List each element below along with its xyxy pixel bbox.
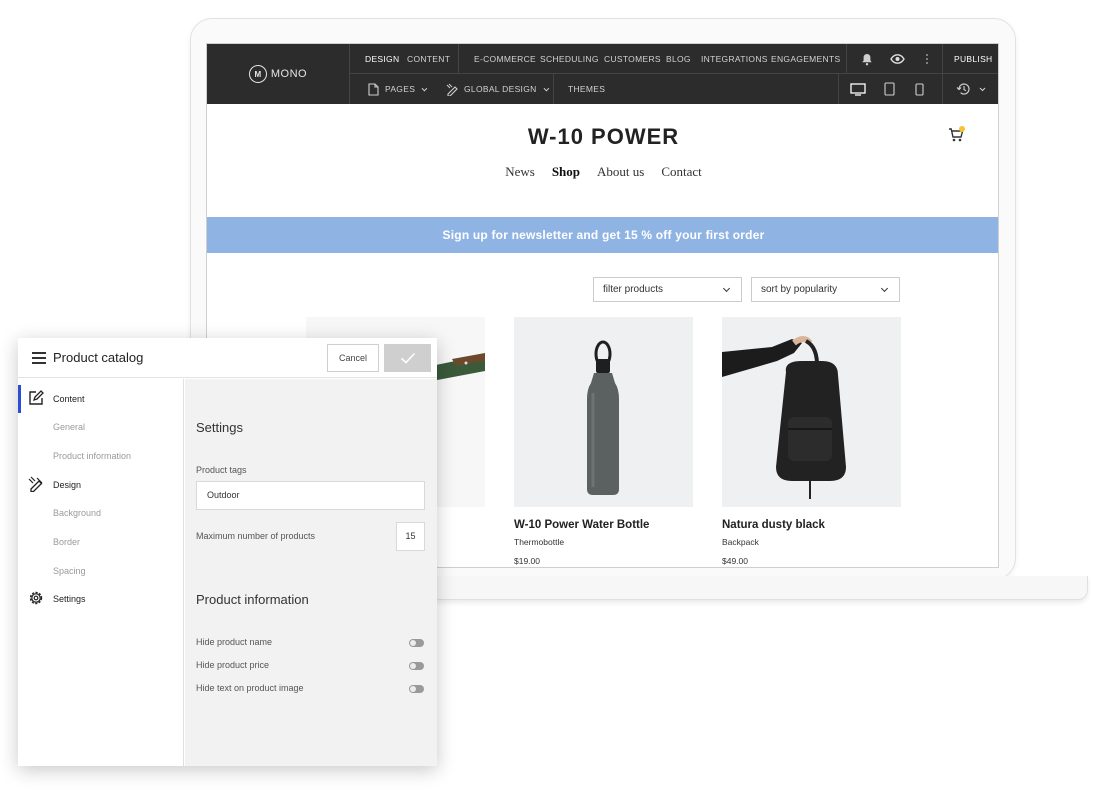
product-image [722, 317, 901, 507]
filter-label: filter products [603, 284, 664, 295]
product-card[interactable]: Natura dusty black Backpack $49.00 [722, 317, 901, 566]
sidebar-item-general[interactable]: General [53, 422, 85, 432]
gear-icon [28, 590, 44, 606]
sidebar-item-product-information[interactable]: Product information [53, 451, 131, 461]
product-catalog-panel: Product catalog Cancel Content General P… [18, 338, 437, 766]
sidebar-item-border[interactable]: Border [53, 537, 80, 547]
logo[interactable]: M MONO [207, 44, 350, 104]
toggle-label-hide-name: Hide product name [196, 637, 273, 647]
desktop-icon[interactable] [850, 81, 866, 97]
menu-customers[interactable]: CUSTOMERS [604, 44, 661, 74]
toolbar-divider [846, 44, 847, 74]
nav-news[interactable]: News [505, 164, 535, 180]
panel-header: Product catalog Cancel [18, 338, 437, 378]
toggle-label-hide-price: Hide product price [196, 660, 270, 670]
hide-image-text-toggle[interactable] [409, 685, 424, 693]
menu-ecommerce[interactable]: E-COMMERCE [474, 44, 536, 74]
sort-label: sort by popularity [761, 284, 838, 295]
product-tags-label: Product tags [196, 465, 247, 475]
toolbar-row-top: DESIGN CONTENT E-COMMERCE SCHEDULING CUS… [350, 44, 998, 74]
stage: M MONO DESIGN CONTENT E-COMMERCE SCHEDUL… [0, 0, 1108, 791]
menu-blog[interactable]: BLOG [666, 44, 691, 74]
toolbar-divider [838, 74, 839, 104]
nav-contact[interactable]: Contact [661, 164, 701, 180]
product-information-heading: Product information [196, 592, 309, 607]
active-indicator [18, 385, 21, 413]
mobile-icon[interactable] [911, 81, 927, 97]
cart-badge [959, 126, 965, 132]
toggle-label-hide-image-text: Hide text on product image [196, 683, 304, 693]
logo-text: MONO [270, 68, 308, 80]
hide-product-name-toggle[interactable] [409, 639, 424, 647]
filter-products-select[interactable]: filter products [593, 277, 742, 302]
edit-icon [28, 390, 44, 406]
site-title: W-10 POWER [527, 124, 680, 149]
product-name[interactable]: Natura dusty black [722, 519, 901, 531]
toolbar-divider [942, 44, 943, 74]
hide-product-price-toggle[interactable] [409, 662, 424, 670]
design-brush-icon [444, 81, 460, 97]
publish-button[interactable]: PUBLISH [954, 44, 992, 74]
sort-select[interactable]: sort by popularity [751, 277, 900, 302]
themes-button[interactable]: THEMES [568, 74, 605, 104]
confirm-button[interactable] [384, 344, 431, 372]
cancel-button[interactable]: Cancel [327, 344, 379, 372]
bell-icon[interactable] [859, 51, 875, 67]
global-design-dropdown[interactable]: GLOBAL DESIGN [464, 74, 549, 104]
checkmark-icon [400, 352, 415, 364]
chevron-down-icon[interactable] [974, 81, 990, 97]
sidebar-item-settings[interactable]: Settings [53, 594, 86, 604]
global-design-label: GLOBAL DESIGN [464, 84, 537, 94]
menu-integrations[interactable]: INTEGRATIONS [701, 44, 768, 74]
tab-content[interactable]: CONTENT [407, 44, 450, 74]
toolbar-row-bottom: PAGES GLOBAL DESIGN THEMES [350, 74, 998, 104]
editor-toolbar: M MONO DESIGN CONTENT E-COMMERCE SCHEDUL… [207, 44, 998, 104]
menu-scheduling[interactable]: SCHEDULING [540, 44, 599, 74]
chevron-down-icon [880, 284, 889, 293]
tablet-icon[interactable] [881, 81, 897, 97]
toolbar-divider [458, 44, 459, 74]
panel-main: Settings Product tags Outdoor Maximum nu… [185, 379, 437, 766]
menu-engagements[interactable]: ENGAGEMENTS [771, 44, 840, 74]
panel-title: Product catalog [53, 350, 144, 365]
product-image [514, 317, 693, 507]
product-type: Backpack [722, 537, 759, 547]
more-vertical-icon[interactable] [919, 51, 935, 67]
chevron-down-icon [543, 85, 549, 92]
max-products-label: Maximum number of products [196, 531, 316, 541]
product-tags-input[interactable]: Outdoor [196, 481, 425, 510]
settings-heading: Settings [196, 420, 243, 435]
nav-about[interactable]: About us [597, 164, 644, 180]
laptop-base [430, 576, 1088, 600]
menu-icon[interactable] [32, 352, 46, 364]
sidebar-item-background[interactable]: Background [53, 508, 101, 518]
newsletter-banner[interactable]: Sign up for newsletter and get 15 % off … [207, 217, 998, 253]
history-icon[interactable] [955, 81, 971, 97]
chevron-down-icon [722, 284, 731, 293]
max-products-input[interactable]: 15 [396, 522, 425, 551]
product-card[interactable]: W-10 Power Water Bottle Thermobottle $19… [514, 317, 693, 566]
page-icon [365, 81, 381, 97]
logo-mark: M [248, 65, 267, 83]
product-price: $49.00 [722, 556, 748, 566]
panel-sidebar: Content General Product information Desi… [18, 379, 184, 766]
pages-label: PAGES [385, 84, 416, 94]
pages-dropdown[interactable]: PAGES [385, 74, 428, 104]
product-type: Thermobottle [514, 537, 565, 547]
design-brush-icon [28, 476, 44, 493]
toolbar-divider [942, 74, 943, 104]
toolbar-divider [553, 74, 554, 104]
chevron-down-icon [421, 85, 428, 92]
tab-design[interactable]: DESIGN [365, 44, 399, 74]
eye-icon[interactable] [889, 51, 905, 67]
sidebar-item-spacing[interactable]: Spacing [53, 566, 86, 576]
nav-shop[interactable]: Shop [552, 164, 580, 180]
sidebar-item-design[interactable]: Design [53, 480, 81, 490]
sidebar-item-content[interactable]: Content [53, 394, 85, 404]
product-name[interactable]: W-10 Power Water Bottle [514, 519, 693, 531]
product-price: $19.00 [514, 556, 540, 566]
site-nav: News Shop About us Contact [207, 164, 998, 180]
